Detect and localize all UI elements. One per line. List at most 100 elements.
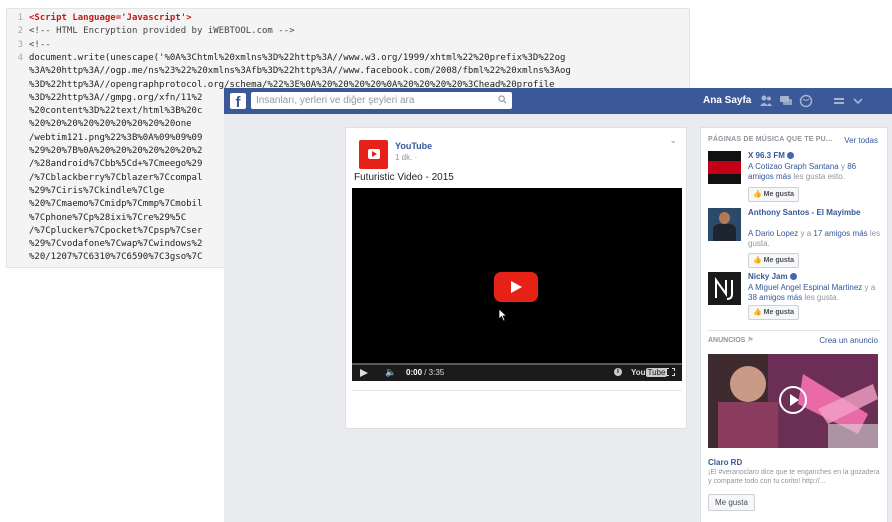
right-column: PÁGINAS DE MÚSICA QUE TE PU... Ver todas… <box>700 127 888 522</box>
search-box <box>251 92 512 109</box>
ad-description: ¡El #veranoclaro dice que te enganches e… <box>708 469 880 485</box>
page-suggestion-description: A Dario Lopez y a 17 amigos más les gust… <box>748 229 883 249</box>
friend-link[interactable]: A Miguel Angel Espinal Martinez <box>748 283 862 292</box>
video-play-button-icon[interactable] <box>494 272 538 302</box>
post-divider <box>352 390 682 391</box>
page-suggestion-description: A Cotizao Graph Santana y 86 amigos más … <box>748 162 883 182</box>
code-text: %20%7Cmaemo%7Cmidp%7Cmmp%7Cmobil <box>29 199 203 210</box>
youtube-logo-icon <box>368 149 380 159</box>
like-label: Me gusta <box>763 309 795 316</box>
privacy-shortcuts-icon[interactable] <box>832 94 846 108</box>
search-input[interactable] <box>256 92 491 109</box>
code-line: %20%7Cmaemo%7Cmidp%7Cmmp%7Cmobil <box>7 198 202 210</box>
code-line: 1 <Script Language='Javascript'> <box>7 12 192 24</box>
youtube-watermark-suffix: Tube <box>645 368 668 377</box>
account-menu-chevron-icon[interactable] <box>851 94 865 108</box>
code-text: /%7Cplucker%7Cpocket%7Cpsp%7Cser <box>29 225 203 236</box>
sidebar-divider <box>708 330 880 331</box>
post-timestamp[interactable]: 1 dk. · <box>395 153 417 162</box>
fullscreen-icon[interactable] <box>666 368 675 376</box>
code-line: %20content%3D%22text/html%3B%20c <box>7 105 202 117</box>
code-text: <Script Language='Javascript'> <box>29 13 192 23</box>
code-text: %29%7Cvodafone%7Cwap%7Cwindows%2 <box>29 239 203 250</box>
friends-count-link[interactable]: 38 amigos más <box>748 293 802 302</box>
code-text: %7Cphone%7Cp%28ixi%7Cre%29%5C <box>29 212 187 223</box>
line-number: 3 <box>17 39 23 50</box>
messages-icon[interactable] <box>779 94 793 108</box>
code-line: %29%7Ciris%7Ckindle%7Clge <box>7 185 164 197</box>
code-text: %3A%20http%3A//ogp.me/ns%23%22%20xmlns%3… <box>29 66 571 77</box>
ad-title[interactable]: Claro RD <box>708 458 742 467</box>
page-suggestion-image[interactable] <box>708 272 741 305</box>
youtube-page-avatar[interactable] <box>359 140 388 169</box>
like-label: Me gusta <box>763 257 795 264</box>
top-navigation-bar: f Ana Sayfa <box>224 88 892 114</box>
video-controls: 🔈 0:00 / 3:35 i You Tube <box>352 365 682 381</box>
friend-link[interactable]: A Dario Lopez <box>748 229 798 238</box>
code-text: %29%20%7B%0A%20%20%20%20%20%20%2 <box>29 146 203 156</box>
page-suggestion: X 96.3 FM A Cotizao Graph Santana y 86 a… <box>708 151 883 203</box>
ads-heading: ANUNCIOS ⚑ <box>708 336 754 344</box>
code-text: %20/1207%7C6310%7C6590%7C3gso%7C <box>29 252 203 263</box>
feed-post: ⌄ YouTube 1 dk. · Futuristic Video - 201… <box>345 127 687 429</box>
description-end: les gusta esto. <box>791 172 845 181</box>
like-page-button[interactable]: 👍 Me gusta <box>748 253 800 268</box>
post-options-chevron-icon[interactable]: ⌄ <box>669 135 677 146</box>
code-line: 4 document.write(unescape('%0A%3Chtml%20x… <box>7 52 566 64</box>
youtube-watermark-prefix: You <box>631 368 646 377</box>
verified-badge-icon <box>789 273 797 281</box>
page-suggestion-name[interactable]: Anthony Santos - El Mayimbe <box>748 208 883 218</box>
page-suggestion-name[interactable]: Nicky Jam <box>748 272 883 282</box>
friends-count-link[interactable]: 17 amigos más <box>813 229 867 238</box>
ad-play-icon[interactable] <box>779 386 807 414</box>
code-text: <!-- HTML Encryption provided by iWEBTOO… <box>29 26 295 37</box>
page-suggestion-name-text[interactable]: Nicky Jam <box>748 272 788 281</box>
ads-info-icon[interactable]: ⚑ <box>747 337 753 344</box>
ads-heading-text: ANUNCIOS <box>708 337 746 344</box>
code-line: %29%7Cvodafone%7Cwap%7Cwindows%2 <box>7 238 202 250</box>
notifications-globe-icon[interactable] <box>799 94 813 108</box>
video-total-time: / 3:35 <box>422 368 445 377</box>
video-time: 0:00 / 3:35 <box>406 368 444 377</box>
page-suggestion-image[interactable] <box>708 151 741 184</box>
music-pages-heading: PÁGINAS DE MÚSICA QUE TE PU... <box>708 136 833 143</box>
code-line: 3 <!-- <box>7 39 51 51</box>
video-player[interactable]: 🔈 0:00 / 3:35 i You Tube <box>352 188 682 381</box>
friend-requests-icon[interactable] <box>759 94 773 108</box>
volume-icon[interactable]: 🔈 <box>385 367 396 378</box>
line-number: 1 <box>17 13 23 23</box>
page-suggestion-name[interactable]: X 96.3 FM <box>748 151 883 161</box>
code-text: <!-- <box>29 39 51 50</box>
create-ad-link[interactable]: Crea un anuncio <box>819 336 878 345</box>
code-line: %3A%20http%3A//ogp.me/ns%23%22%20xmlns%3… <box>7 65 571 77</box>
code-line: %20/1207%7C6310%7C6590%7C3gso%7C <box>7 251 202 263</box>
page-suggestion-description: A Miguel Angel Espinal Martinez y a 38 a… <box>748 283 883 303</box>
youtube-watermark-logo[interactable]: You Tube <box>631 368 668 377</box>
code-text: %20content%3D%22text/html%3B%20c <box>29 106 203 117</box>
code-line: /%7Cplucker%7Cpocket%7Cpsp%7Cser <box>7 225 202 237</box>
page-suggestion: Nicky Jam A Miguel Angel Espinal Martine… <box>708 272 883 324</box>
code-text: /webtim121.png%22%3B%0A%09%09%09 <box>29 132 203 143</box>
code-text: /%28android%7Cbb%5Cd+%7Cmeego%29 <box>29 159 203 170</box>
code-line: %20%20%20%20%20%20%20%20%20one <box>7 118 192 130</box>
page-suggestion-image[interactable] <box>708 208 741 241</box>
facebook-logo[interactable]: f <box>230 93 246 109</box>
friend-link[interactable]: A Cotizao Graph Santana <box>748 162 839 171</box>
ad-like-button[interactable]: Me gusta <box>708 494 755 511</box>
code-line: /%7Cblackberry%7Cblazer%7Ccompal <box>7 172 202 184</box>
see-all-link[interactable]: Ver todas <box>844 136 878 145</box>
home-link[interactable]: Ana Sayfa <box>703 95 751 106</box>
search-icon[interactable] <box>498 95 507 104</box>
like-page-button[interactable]: 👍 Me gusta <box>748 305 800 320</box>
line-number: 4 <box>17 52 23 63</box>
like-page-button[interactable]: 👍 Me gusta <box>748 187 800 202</box>
post-page-name[interactable]: YouTube <box>395 141 432 151</box>
nicky-jam-logo-icon <box>708 272 741 305</box>
video-info-icon[interactable]: i <box>614 368 622 376</box>
description-connector: y <box>838 162 848 171</box>
mouse-cursor-icon <box>498 308 508 322</box>
ad-video-thumbnail[interactable] <box>708 354 878 448</box>
video-control-play-icon[interactable] <box>360 369 368 377</box>
page-suggestion-name-text[interactable]: X 96.3 FM <box>748 151 785 160</box>
facebook-window: f Ana Sayfa ⌄ YouTub <box>224 88 892 522</box>
